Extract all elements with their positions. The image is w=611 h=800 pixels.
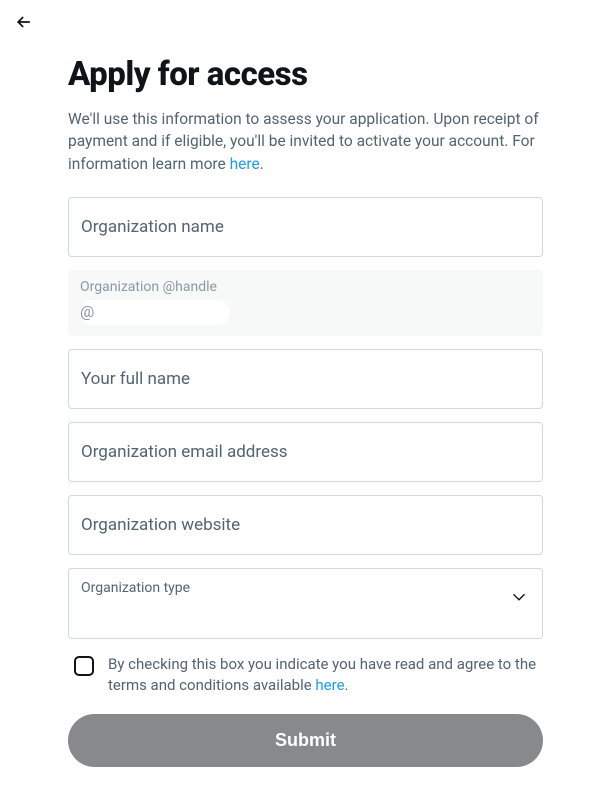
- terms-text-post: .: [345, 676, 349, 694]
- handle-pill: @: [80, 300, 230, 325]
- org-email-input[interactable]: Organization email address: [68, 422, 543, 482]
- org-website-input[interactable]: Organization website: [68, 495, 543, 555]
- org-email-label: Organization email address: [81, 442, 288, 462]
- description-text: We'll use this information to assess you…: [68, 110, 539, 173]
- org-type-label: Organization type: [81, 580, 190, 596]
- submit-button[interactable]: Submit: [68, 714, 543, 767]
- chevron-down-icon: [508, 586, 530, 612]
- org-handle-input[interactable]: Organization @handle @: [68, 270, 543, 336]
- full-name-input[interactable]: Your full name: [68, 349, 543, 409]
- arrow-left-icon: [14, 17, 34, 36]
- page-description: We'll use this information to assess you…: [68, 108, 543, 175]
- back-button[interactable]: [10, 8, 38, 40]
- org-type-select[interactable]: Organization type: [68, 568, 543, 639]
- org-handle-label: Organization @handle: [80, 279, 531, 295]
- terms-checkbox[interactable]: [74, 656, 94, 676]
- description-text-post: .: [260, 155, 264, 173]
- page-title: Apply for access: [68, 55, 543, 94]
- handle-prefix: @: [80, 302, 94, 321]
- terms-text: By checking this box you indicate you ha…: [108, 654, 543, 696]
- org-name-label: Organization name: [81, 217, 224, 237]
- full-name-label: Your full name: [81, 369, 190, 389]
- form-container: Apply for access We'll use this informat…: [0, 0, 611, 787]
- org-website-label: Organization website: [81, 515, 240, 535]
- learn-more-link[interactable]: here: [230, 155, 260, 173]
- org-name-input[interactable]: Organization name: [68, 197, 543, 257]
- terms-link[interactable]: here: [315, 676, 344, 694]
- terms-row: By checking this box you indicate you ha…: [68, 654, 543, 696]
